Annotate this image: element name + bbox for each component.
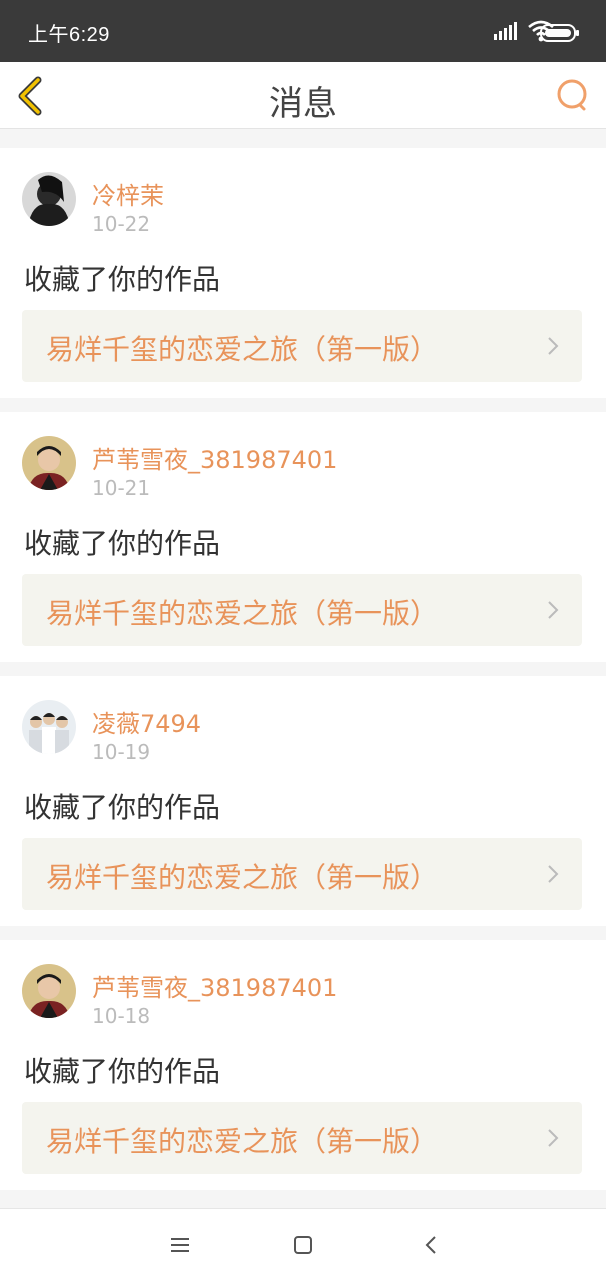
chevron-right-icon [548, 337, 559, 355]
signal-icon [494, 22, 517, 40]
work-title: 易烊千玺的恋爱之旅（第一版） [46, 597, 439, 630]
menu-icon[interactable] [166, 1231, 194, 1259]
status-bar: 上午6:29 [0, 0, 606, 62]
action-text: 收藏了你的作品 [24, 527, 221, 560]
message-date: 10-18 [92, 1004, 151, 1028]
search-icon[interactable] [554, 76, 594, 116]
message-list: 冷梓茉 10-22 收藏了你的作品 易烊千玺的恋爱之旅（第一版） 芦苇雪夜_38… [0, 148, 606, 1204]
work-link[interactable]: 易烊千玺的恋爱之旅（第一版） [22, 838, 582, 910]
work-title: 易烊千玺的恋爱之旅（第一版） [46, 1125, 439, 1158]
user-name[interactable]: 芦苇雪夜_381987401 [92, 968, 337, 1003]
avatar[interactable] [22, 436, 76, 490]
message-card: 芦苇雪夜_381987401 10-21 收藏了你的作品 易烊千玺的恋爱之旅（第… [0, 412, 606, 662]
action-text: 收藏了你的作品 [24, 263, 221, 296]
message-date: 10-22 [92, 212, 151, 236]
chevron-right-icon [548, 1129, 559, 1147]
work-link[interactable]: 易烊千玺的恋爱之旅（第一版） [22, 574, 582, 646]
work-link[interactable]: 易烊千玺的恋爱之旅（第一版） [22, 1102, 582, 1174]
chevron-right-icon [548, 865, 559, 883]
user-name[interactable]: 冷梓茉 [92, 176, 164, 211]
back-icon[interactable] [418, 1231, 446, 1259]
work-link[interactable]: 易烊千玺的恋爱之旅（第一版） [22, 310, 582, 382]
user-name[interactable]: 凌薇7494 [92, 704, 201, 739]
header: 消息 [0, 62, 606, 129]
avatar[interactable] [22, 700, 76, 754]
page-title: 消息 [269, 84, 337, 124]
battery-icon [540, 24, 579, 42]
message-date: 10-19 [92, 740, 151, 764]
message-card: 芦苇雪夜_381987401 10-18 收藏了你的作品 易烊千玺的恋爱之旅（第… [0, 940, 606, 1190]
avatar[interactable] [22, 172, 76, 226]
home-icon[interactable] [289, 1231, 317, 1259]
user-name[interactable]: 芦苇雪夜_381987401 [92, 440, 337, 475]
work-title: 易烊千玺的恋爱之旅（第一版） [46, 333, 439, 366]
status-time: 上午6:29 [28, 24, 110, 46]
chevron-right-icon [548, 601, 559, 619]
action-text: 收藏了你的作品 [24, 791, 221, 824]
work-title: 易烊千玺的恋爱之旅（第一版） [46, 861, 439, 894]
avatar[interactable] [22, 964, 76, 1018]
message-date: 10-21 [92, 476, 151, 500]
message-card: 冷梓茉 10-22 收藏了你的作品 易烊千玺的恋爱之旅（第一版） [0, 148, 606, 398]
action-text: 收藏了你的作品 [24, 1055, 221, 1088]
system-nav-bar [0, 1208, 606, 1281]
message-card: 凌薇7494 10-19 收藏了你的作品 易烊千玺的恋爱之旅（第一版） [0, 676, 606, 926]
